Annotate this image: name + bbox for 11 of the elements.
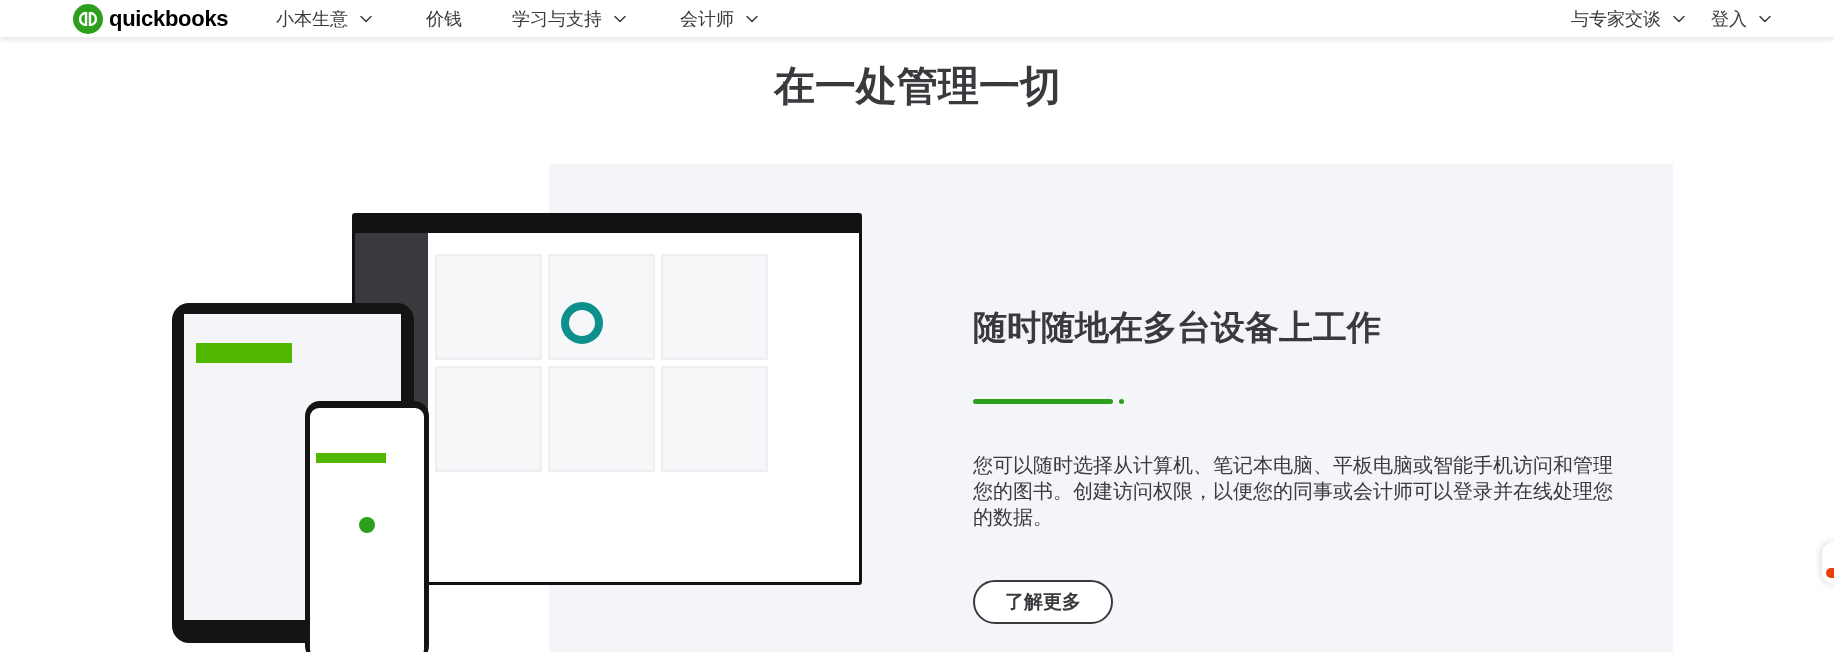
learn-more-button[interactable]: 了解更多 <box>973 580 1113 624</box>
header-action[interactable]: 登入 <box>1711 6 1775 31</box>
feature-heading: 随时随地在多台设备上工作 <box>973 307 1382 347</box>
brand-name: quickbooks <box>109 5 229 32</box>
feature-description: 您可以随时选择从计算机、笔记本电脑、平板电脑或智能手机访问和管理您的图书。创建访问权限，以便您的同事或会计师可以登录并在线处理您的数据。 <box>973 453 1613 530</box>
nav-menu-item[interactable]: 会计师 <box>680 6 763 31</box>
section-title: 在一处管理一切 <box>773 62 1061 111</box>
nav-menu-item[interactable]: 小本生意 <box>276 6 377 31</box>
nav-menu-item[interactable]: 价钱 <box>426 6 463 31</box>
nav-menu-item[interactable]: 学习与支持 <box>512 6 631 31</box>
header-action[interactable]: 与专家交谈 <box>1571 6 1689 31</box>
